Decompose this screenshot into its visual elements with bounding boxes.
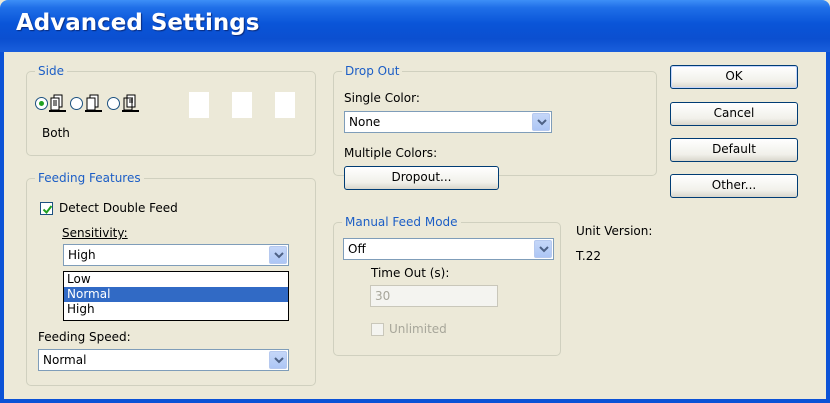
multiple-colors-label: Multiple Colors:: [344, 146, 438, 160]
side-group-title: Side: [35, 64, 67, 78]
manual-feed-title: Manual Feed Mode: [342, 215, 461, 229]
manual-feed-group: Manual Feed Mode Off Time Out (s): 30 Un…: [333, 215, 561, 356]
feeding-features-title: Feeding Features: [35, 171, 144, 185]
sensitivity-combo[interactable]: High: [63, 244, 289, 266]
dropout-button[interactable]: Dropout...: [344, 166, 499, 190]
unit-version-value: T.22: [576, 249, 601, 263]
front-side-icon: [85, 94, 102, 112]
cancel-button[interactable]: Cancel: [670, 102, 798, 126]
timeout-value: 30: [375, 289, 391, 303]
other-button[interactable]: Other...: [670, 174, 798, 198]
sensitivity-option-high[interactable]: High: [64, 302, 288, 317]
ok-button[interactable]: OK: [670, 65, 798, 89]
chevron-down-icon[interactable]: [534, 240, 552, 258]
side-group: Side Both: [26, 64, 316, 156]
detect-double-feed-label[interactable]: Detect Double Feed: [59, 201, 178, 215]
title-bar: Advanced Settings: [0, 0, 830, 52]
blank-slot-3: [275, 92, 295, 118]
both-sides-icon: [49, 94, 66, 112]
chevron-down-icon[interactable]: [269, 351, 287, 369]
feeding-speed-combo[interactable]: Normal: [38, 349, 289, 371]
chevron-down-icon[interactable]: [532, 113, 550, 131]
single-color-value: None: [349, 115, 381, 129]
timeout-label: Time Out (s):: [371, 266, 450, 280]
unlimited-checkbox[interactable]: [371, 323, 384, 336]
chevron-down-icon[interactable]: [269, 246, 287, 264]
unit-version-label: Unit Version:: [576, 224, 653, 238]
side-selected-label: Both: [42, 126, 70, 140]
default-button[interactable]: Default: [670, 138, 798, 162]
feeding-speed-value: Normal: [43, 353, 87, 367]
single-color-combo[interactable]: None: [344, 111, 552, 133]
manual-feed-mode-combo[interactable]: Off: [343, 238, 554, 260]
sensitivity-option-low[interactable]: Low: [64, 272, 288, 287]
side-front-radio[interactable]: [70, 97, 83, 110]
window-frame-left: [0, 52, 4, 403]
single-color-label: Single Color:: [344, 91, 420, 105]
blank-slot-1: [189, 92, 209, 118]
manual-feed-mode-value: Off: [348, 242, 366, 256]
side-back-radio[interactable]: [107, 97, 120, 110]
side-both-radio[interactable]: [35, 97, 48, 110]
detect-double-feed-checkbox[interactable]: [40, 202, 53, 215]
sensitivity-value: High: [68, 248, 96, 262]
back-side-icon: [122, 94, 139, 112]
sensitivity-dropdown-list: Low Normal High: [63, 271, 289, 321]
window-frame-bottom: [0, 399, 830, 403]
drop-out-group: Drop Out Single Color: None Multiple Col…: [333, 64, 657, 190]
sensitivity-option-normal[interactable]: Normal: [64, 287, 288, 302]
blank-slot-2: [232, 92, 252, 118]
unlimited-label: Unlimited: [389, 322, 447, 336]
window-title: Advanced Settings: [16, 10, 260, 36]
timeout-input[interactable]: 30: [370, 285, 498, 307]
feeding-speed-label: Feeding Speed:: [38, 330, 131, 344]
sensitivity-label: Sensitivity:: [62, 226, 128, 240]
feeding-features-group: Feeding Features Detect Double Feed Sens…: [26, 171, 316, 386]
drop-out-title: Drop Out: [342, 64, 403, 78]
window-frame-right: [826, 52, 830, 403]
